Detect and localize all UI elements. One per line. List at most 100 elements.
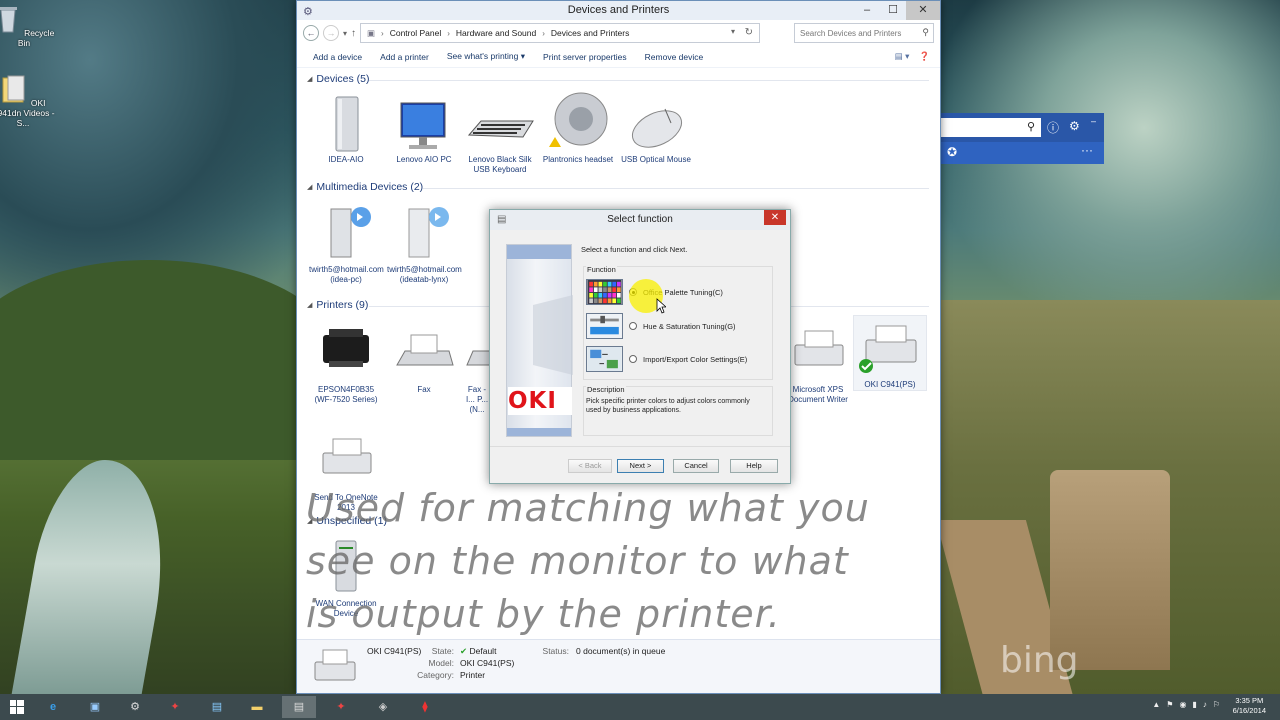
group-devices[interactable]: ◢ Devices (5) [307, 73, 370, 85]
app-icon[interactable]: ✦ [324, 696, 358, 718]
refresh-icon[interactable]: ↻ [745, 27, 753, 38]
option-label: Import/Export Color Settings(E) [643, 354, 748, 364]
clock[interactable]: 3:35 PM 6/16/2014 [1233, 696, 1266, 716]
help-button[interactable]: Help [730, 459, 778, 473]
collapse-icon: ◢ [307, 518, 313, 525]
media-device-idea-pc[interactable]: twirth5@hotmail.com (idea-pc) [309, 201, 384, 285]
desktop-icon-recycle-bin[interactable]: Recycle Bin [0, 4, 59, 48]
window-titlebar: ⚙ Devices and Printers – ☐ ✕ [297, 1, 940, 20]
device-usb-mouse[interactable]: USB Optical Mouse [619, 91, 693, 165]
breadcrumb-item[interactable]: Hardware and Sound [456, 28, 536, 38]
printer-epson[interactable]: EPSON4F0B35 (WF-7520 Series) [309, 321, 383, 405]
group-multimedia[interactable]: ◢ Multimedia Devices (2) [307, 181, 423, 193]
palette-icon [586, 279, 623, 305]
palette-swatch [616, 292, 621, 298]
palette-swatch [598, 281, 603, 287]
gear-icon[interactable]: ⚙ [1069, 119, 1080, 133]
app-icon[interactable]: ✦ [158, 696, 192, 718]
device-lenovo-aio-pc[interactable]: Lenovo AIO PC [387, 91, 461, 165]
device-keyboard[interactable]: Lenovo Black Silk USB Keyboard [463, 91, 537, 175]
printer-fax-2[interactable]: Fax - I... P... (N... [463, 321, 491, 415]
start-button[interactable] [0, 696, 34, 718]
details-status-value: 0 document(s) in queue [576, 646, 666, 656]
back-button[interactable]: ← [303, 25, 319, 41]
printer-oki-c941[interactable]: OKI C941(PS) [853, 315, 927, 391]
help-icon[interactable]: ❓ [919, 51, 930, 62]
dialog-close-button[interactable]: ✕ [764, 210, 786, 225]
address-bar[interactable]: ▣ › Control Panel › Hardware and Sound ›… [360, 23, 761, 43]
file-explorer-icon[interactable]: ▬ [240, 696, 274, 718]
add-printer-button[interactable]: Add a printer [380, 52, 429, 62]
folder-icon [2, 75, 25, 103]
media-server-icon [330, 207, 371, 258]
recent-pages-icon[interactable]: ▾ [343, 29, 347, 38]
network-icon[interactable]: ▮ [1192, 700, 1196, 709]
cancel-button[interactable]: Cancel [673, 459, 719, 473]
printer-icon [794, 330, 844, 366]
media-device-ideatab[interactable]: twirth5@hotmail.com (ideatab-lynx) [387, 201, 462, 285]
device-label: twirth5@hotmail.com (ideatab-lynx) [387, 265, 462, 284]
device-label: WAN Connection Device [315, 599, 377, 618]
details-model-value: OKI C941(PS) [460, 658, 515, 668]
widget-search-input[interactable] [941, 118, 1021, 137]
up-icon[interactable]: ↑ [351, 28, 356, 39]
app-icon[interactable]: ▣ [78, 696, 112, 718]
action-center-icon[interactable]: ⚐ [1213, 700, 1220, 709]
close-button[interactable]: ✕ [906, 1, 940, 20]
acrobat-icon[interactable]: ⧫ [408, 696, 442, 718]
minimize-button[interactable]: – [854, 1, 880, 20]
breadcrumb-item[interactable]: Control Panel [390, 28, 442, 38]
import-export-radio[interactable] [629, 355, 637, 363]
app-icon[interactable]: ◈ [366, 696, 400, 718]
search-icon[interactable]: ⚲ [1021, 118, 1041, 137]
internet-explorer-icon[interactable]: e [36, 696, 70, 718]
tray-icon[interactable]: ▲ [1152, 700, 1160, 709]
info-icon[interactable]: ⓘ [1047, 119, 1059, 136]
app-icon[interactable]: ▤ [200, 696, 234, 718]
search-input[interactable]: Search Devices and Printers ⚲ [794, 23, 934, 43]
description-text: Pick specific printer colors to adjust c… [586, 398, 750, 414]
next-button[interactable]: Next > [617, 459, 664, 473]
network-device-icon [335, 540, 357, 592]
palette-swatch [589, 298, 593, 304]
more-icon[interactable]: ··· [1081, 143, 1093, 157]
back-button[interactable]: < Back [568, 459, 612, 473]
device-plantronics-headset[interactable]: Plantronics headset [541, 91, 615, 165]
maximize-button[interactable]: ☐ [880, 1, 906, 20]
see-printing-button[interactable]: See what's printing ▾ [447, 51, 525, 62]
printer-onenote[interactable]: Send To OneNote 2013 [309, 429, 383, 513]
add-device-button[interactable]: Add a device [313, 52, 362, 62]
see-printing-label: See what's printing [446, 51, 519, 61]
option-import-export[interactable]: Import/Export Color Settings(E) [586, 346, 747, 372]
group-printers[interactable]: ◢ Printers (9) [307, 299, 368, 311]
palette-swatch [603, 287, 607, 292]
device-wan-connection[interactable]: WAN Connection Device [309, 535, 383, 619]
forward-button[interactable]: → [323, 25, 339, 41]
view-options-icon[interactable]: ▤ ▾ [895, 51, 910, 62]
printer-fax[interactable]: Fax [387, 321, 461, 395]
search-icon[interactable]: ⚲ [922, 27, 929, 38]
volume-icon[interactable]: ♪ [1203, 700, 1207, 709]
palette-swatch [593, 281, 598, 287]
printer-xps[interactable]: Microsoft XPS Document Writer [781, 321, 855, 405]
tower-pc-icon [335, 96, 359, 152]
chevron-down-icon[interactable]: ▾ [731, 27, 735, 36]
control-panel-taskbar-icon[interactable]: ▤ [282, 696, 316, 718]
fax-icon [396, 334, 454, 366]
desktop-icon-oki-folder[interactable]: OKI C941dn Videos - S... [0, 74, 58, 128]
option-hue-saturation[interactable]: Hue & Saturation Tuning(G) [586, 313, 736, 339]
minimize-icon[interactable]: – [1091, 116, 1096, 126]
hue-saturation-radio[interactable] [629, 322, 637, 330]
tray-icon[interactable]: ⚑ [1166, 700, 1173, 709]
remove-device-button[interactable]: Remove device [645, 52, 704, 62]
group-unspecified[interactable]: ◢ Unspecified (1) [307, 515, 387, 527]
tray-icon[interactable]: ◉ [1179, 700, 1186, 709]
oki-logo: OKI [508, 387, 572, 415]
app-icon[interactable]: ⚙ [118, 696, 152, 718]
details-model-label: Model: [428, 658, 454, 668]
print-server-properties-button[interactable]: Print server properties [543, 52, 627, 62]
globe-icon[interactable]: ✪ [947, 145, 957, 159]
details-status-label: Status: [542, 646, 569, 656]
device-idea-aio[interactable]: IDEA-AIO [309, 91, 383, 165]
breadcrumb-item[interactable]: Devices and Printers [551, 28, 629, 38]
